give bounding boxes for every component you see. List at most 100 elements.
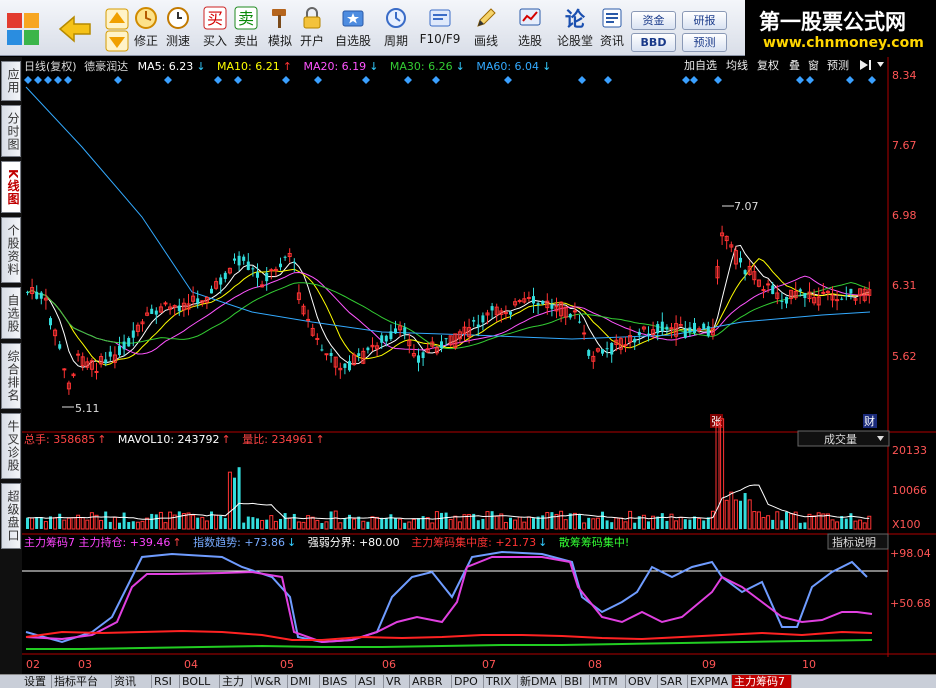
indicator-tab[interactable]: ARBR (410, 675, 452, 688)
volume-bar (127, 522, 131, 529)
indicator-tab[interactable]: 新DMA (518, 675, 562, 688)
volume-bar (35, 517, 39, 529)
month-label: 06 (382, 658, 396, 671)
side-tab-intraday[interactable]: 分时图 (1, 105, 21, 157)
promo-title: 第一股票公式网 (759, 10, 906, 34)
indicator-tab[interactable]: DMI (288, 675, 320, 688)
concentration-label: 主力筹码集中度: +21.73 (411, 535, 536, 549)
simulate-label: 模拟 (267, 34, 292, 48)
volume-bar (656, 516, 660, 529)
chart-area[interactable]: 日线(复权) 德豪润达 MA5: 6.23 ↓ MA10: 6.21 ↑ MA20:… (22, 57, 936, 674)
add-watchlist-button[interactable]: 加自选 (684, 59, 717, 72)
month-label: 05 (280, 658, 294, 671)
indicator-tick: +98.04 (890, 547, 931, 560)
side-tab-kline[interactable]: K线图 (1, 161, 21, 213)
candle[interactable] (453, 333, 458, 350)
indicator-tab[interactable]: EXPMA (688, 675, 732, 688)
forecast-button[interactable]: 预测 (682, 33, 727, 52)
forecast-toggle-button[interactable]: 预测 (827, 59, 849, 72)
sell-button[interactable]: 卖 卖出 (231, 6, 261, 54)
bbd-button[interactable]: BBD (631, 33, 676, 52)
candle[interactable] (352, 352, 357, 366)
side-tab-apps[interactable]: 应用 (1, 61, 21, 101)
fix-button[interactable]: 修正 (131, 6, 161, 54)
select-stock-icon (519, 8, 541, 26)
month-label: 03 (78, 658, 92, 671)
speed-test-button[interactable]: 测速 (162, 6, 194, 54)
indicator-tab[interactable]: 资讯 (112, 675, 152, 688)
side-tab-bar: 应用 分时图 K线图 个股资料 自选股 综合排名 牛叉诊股 超级盘口 (0, 57, 22, 674)
indicator-tab[interactable]: BOLL (180, 675, 220, 688)
buy-label: 买入 (202, 34, 227, 48)
candle[interactable] (756, 279, 761, 288)
kline-title: 日线(复权) (24, 59, 77, 73)
open-account-button[interactable]: 开户 (297, 6, 327, 54)
volume-bar (237, 467, 241, 529)
window-button[interactable]: 窗 (808, 58, 819, 72)
f10-button[interactable]: F10/F9 (418, 6, 462, 54)
volume-tick: X100 (892, 518, 921, 531)
month-label: 02 (26, 658, 40, 671)
strength-boundary-label: 强弱分界: +80.00 (308, 536, 400, 549)
indicator-tab[interactable]: MTM (590, 675, 626, 688)
volume-bar (403, 522, 407, 529)
chart-svg[interactable]: 日线(复权) 德豪润达 MA5: 6.23 ↓ MA10: 6.21 ↑ MA20:… (22, 57, 936, 674)
research-report-button[interactable]: 研报 (682, 11, 727, 30)
indicator-tab[interactable]: TRIX (484, 675, 518, 688)
side-tab-diagnosis[interactable]: 牛叉诊股 (1, 413, 21, 479)
period-label: 周期 (383, 34, 408, 48)
forum-button[interactable]: 论 论股堂 (555, 6, 595, 54)
candle[interactable] (448, 335, 453, 347)
indicator-tab[interactable]: RSI (152, 675, 180, 688)
app-logo-icon[interactable] (6, 12, 40, 46)
watchlist-button[interactable]: 自选股 (332, 6, 374, 54)
side-tab-ranking[interactable]: 综合排名 (1, 343, 21, 409)
ma10-label: MA10: 6.21 (217, 60, 280, 73)
indicator-tab[interactable]: 主力 (220, 675, 252, 688)
volume-bar (417, 518, 420, 529)
draw-line-label: 画线 (473, 34, 498, 48)
stock-name: 德豪润达 (84, 59, 128, 73)
back-arrow-icon[interactable] (58, 14, 92, 44)
indicator-tab[interactable]: 主力筹码7 (732, 675, 792, 688)
side-tab-super-order[interactable]: 超级盘口 (1, 483, 21, 549)
volume-bar (154, 514, 158, 529)
volume-bar (26, 517, 29, 529)
period-button[interactable]: 周期 (378, 6, 414, 54)
indicator-tab[interactable]: SAR (658, 675, 688, 688)
month-label: 08 (588, 658, 602, 671)
indicator-tab[interactable]: BBI (562, 675, 590, 688)
total-volume-label: 总手: 358685 (24, 432, 95, 446)
side-tab-watchlist[interactable]: 自选股 (1, 287, 21, 339)
overlay-button[interactable]: 叠 (789, 59, 800, 72)
volume-bar (610, 522, 614, 529)
indicator-tab[interactable]: 设置 (22, 675, 52, 688)
adjust-button[interactable]: 复权 (757, 58, 779, 72)
fund-flow-button[interactable]: 资金 (631, 11, 676, 30)
indicator-main-label: 主力筹码7 主力持仓: +39.46 (24, 535, 170, 549)
indicator-tab[interactable]: BIAS (320, 675, 356, 688)
volume-bar (265, 519, 269, 529)
indicator-tab[interactable]: VR (384, 675, 410, 688)
side-tab-stock-profile[interactable]: 个股资料 (1, 217, 21, 283)
ma20-label: MA20: 6.19 (303, 60, 366, 73)
buy-glyph: 买 (207, 9, 223, 28)
low-label: 5.11 (75, 402, 100, 415)
draw-line-button[interactable]: 画线 (468, 6, 504, 54)
stock-picker-button[interactable]: 选股 (512, 6, 548, 54)
info-button[interactable]: 资讯 (597, 6, 627, 54)
volume-bar (131, 521, 135, 529)
volume-bar (509, 517, 512, 529)
ma-button[interactable]: 均线 (726, 58, 748, 72)
volume-bar (798, 522, 802, 529)
indicator-tab[interactable]: W&R (252, 675, 288, 688)
buy-button[interactable]: 买 买入 (200, 6, 230, 54)
indicator-tab[interactable]: 指标平台 (52, 675, 112, 688)
page-up-down-icon[interactable] (103, 8, 131, 52)
indicator-tab[interactable]: ASI (356, 675, 384, 688)
simulate-button[interactable]: 模拟 (264, 6, 296, 54)
ma20-arrow: ↓ (369, 60, 378, 73)
indicator-tab[interactable]: DPO (452, 675, 484, 688)
indicator-tab[interactable]: OBV (626, 675, 658, 688)
ma60-arrow: ↓ (542, 60, 551, 73)
